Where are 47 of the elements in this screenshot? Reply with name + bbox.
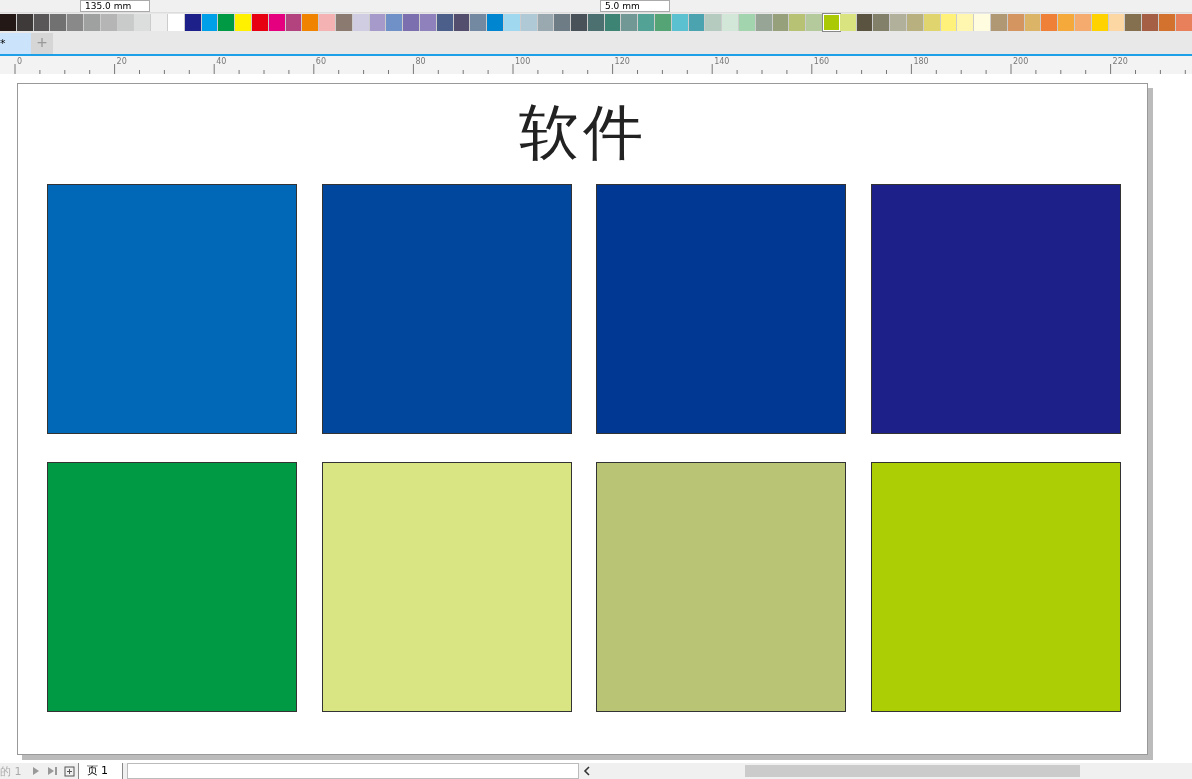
- next-page-icon[interactable]: [30, 766, 41, 776]
- palette-swatch[interactable]: [655, 14, 672, 31]
- palette-swatch[interactable]: [554, 14, 572, 31]
- scrollbar-thumb[interactable]: [745, 765, 1080, 777]
- palette-swatch[interactable]: [722, 14, 740, 31]
- palette-swatch[interactable]: [823, 14, 840, 31]
- palette-swatch[interactable]: [0, 14, 17, 31]
- palette-swatch[interactable]: [470, 14, 488, 31]
- page-title: 软件: [517, 102, 648, 169]
- palette-swatch[interactable]: [890, 14, 908, 31]
- palette-swatch[interactable]: [218, 14, 236, 31]
- palette-swatch[interactable]: [1125, 14, 1143, 31]
- size-field[interactable]: 5.0 mm: [600, 0, 670, 12]
- palette-swatch[interactable]: [789, 14, 807, 31]
- palette-swatch[interactable]: [403, 14, 420, 31]
- palette-swatch[interactable]: [151, 14, 168, 31]
- palette-swatch[interactable]: [1058, 14, 1075, 31]
- palette-swatch[interactable]: [302, 14, 320, 31]
- add-page-icon[interactable]: [63, 765, 75, 777]
- palette-swatch[interactable]: [705, 14, 723, 31]
- scroll-left-icon[interactable]: [582, 766, 592, 776]
- palette-swatch[interactable]: [621, 14, 639, 31]
- palette-swatch[interactable]: [235, 14, 252, 31]
- palette-swatch[interactable]: [957, 14, 975, 31]
- palette-swatch[interactable]: [638, 14, 656, 31]
- palette-swatch[interactable]: [1075, 14, 1092, 31]
- palette-swatch[interactable]: [873, 14, 891, 31]
- size-field[interactable]: 135.0 mm: [80, 0, 150, 12]
- palette-swatch[interactable]: [571, 14, 588, 31]
- ruler: 0 20 40 60 80 100 120 140 160 180 200 220: [0, 56, 1192, 74]
- palette-swatch[interactable]: [739, 14, 756, 31]
- palette-swatch[interactable]: [50, 14, 68, 31]
- document-tab[interactable]: *: [0, 33, 31, 54]
- palette-swatch[interactable]: [1142, 14, 1159, 31]
- horizontal-scrollbar[interactable]: [127, 763, 579, 779]
- palette-swatch[interactable]: [907, 14, 924, 31]
- palette-swatch[interactable]: [134, 14, 152, 31]
- palette-swatch[interactable]: [991, 14, 1008, 31]
- page-counter: 的 1: [0, 763, 22, 779]
- palette-swatch[interactable]: [1041, 14, 1059, 31]
- page-tab[interactable]: 页 1: [77, 763, 123, 779]
- last-page-icon[interactable]: [46, 766, 58, 776]
- palette-swatch[interactable]: [386, 14, 404, 31]
- palette-swatch[interactable]: [67, 14, 84, 31]
- palette-swatch[interactable]: [974, 14, 991, 31]
- palette-swatch[interactable]: [319, 14, 336, 31]
- palette-swatch[interactable]: [487, 14, 504, 31]
